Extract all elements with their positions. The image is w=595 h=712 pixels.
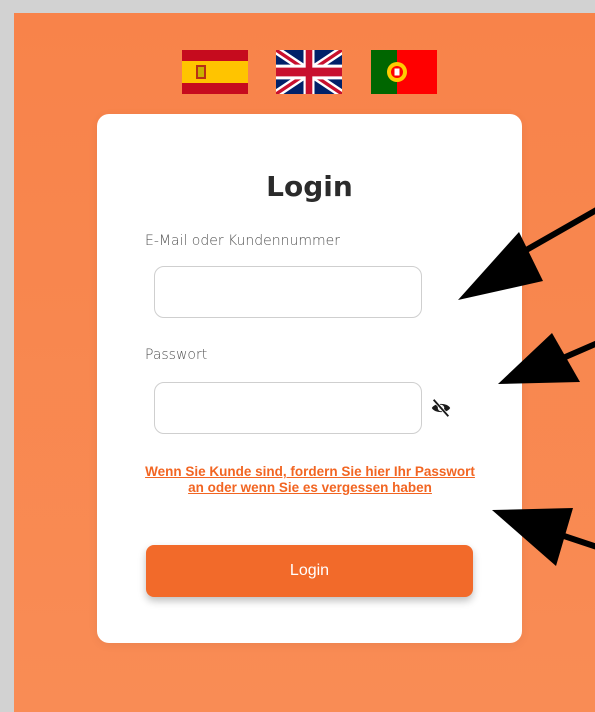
- login-card: Login E-Mail oder Kundennummer Passwort …: [97, 114, 522, 643]
- uk-flag-icon[interactable]: [276, 50, 342, 94]
- email-label: E-Mail oder Kundennummer: [145, 233, 341, 249]
- spain-flag-icon[interactable]: [182, 50, 248, 94]
- password-field[interactable]: [154, 382, 422, 434]
- forgot-password-link[interactable]: Wenn Sie Kunde sind, fordern Sie hier Ih…: [137, 464, 483, 496]
- password-label: Passwort: [145, 347, 208, 363]
- page-title: Login: [266, 170, 353, 203]
- eye-slash-icon[interactable]: [430, 397, 452, 419]
- login-button[interactable]: Login: [146, 545, 473, 597]
- portugal-flag-icon[interactable]: [371, 50, 437, 94]
- email-field[interactable]: [154, 266, 422, 318]
